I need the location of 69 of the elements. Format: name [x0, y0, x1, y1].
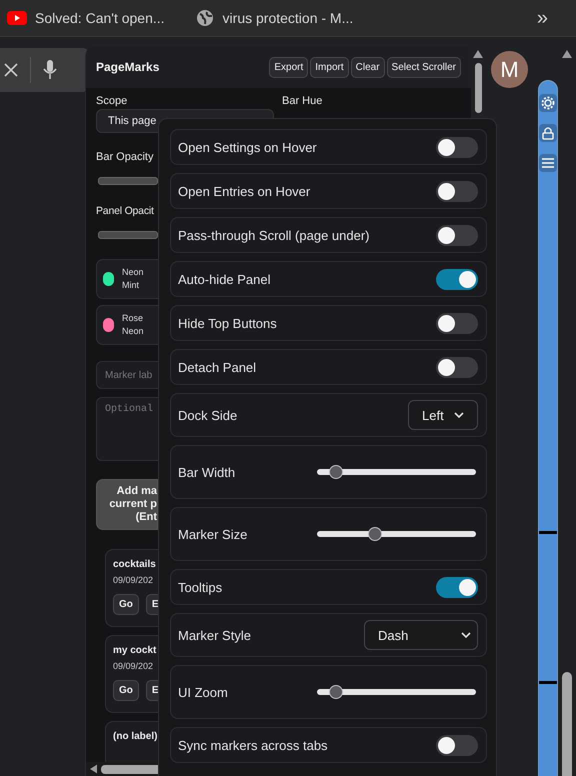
scrollbar-thumb[interactable] — [562, 672, 572, 776]
toolbar-button[interactable]: Import — [310, 56, 349, 78]
scroll-up-icon[interactable] — [562, 50, 572, 58]
toolbar-button[interactable]: Clear — [350, 56, 385, 78]
setting-label: Marker Size — [178, 526, 248, 542]
settings-icon[interactable] — [539, 94, 557, 112]
entry-title: cocktails — [113, 559, 156, 570]
tab-title: Solved: Can't open... — [35, 10, 165, 26]
browser-tab[interactable]: virus protection - M... — [194, 10, 354, 26]
tab-overflow-button[interactable]: » — [536, 6, 548, 30]
profile-avatar[interactable]: M — [491, 51, 528, 88]
setting-label: UI Zoom — [178, 684, 228, 700]
slider-thumb[interactable] — [328, 685, 343, 699]
caret-icon — [461, 632, 471, 638]
entry-title: my cockt — [113, 645, 156, 656]
microphone-icon[interactable] — [43, 60, 57, 80]
setting-label: Bar Width — [178, 464, 236, 480]
slider-track[interactable] — [98, 177, 158, 185]
color-name: Neon Mint — [122, 266, 145, 292]
setting-label: Tooltips — [178, 580, 222, 594]
play-icon — [7, 10, 27, 26]
setting-label: Sync markers across tabs — [178, 738, 328, 752]
setting-label: Auto-hide Panel — [178, 272, 271, 286]
scroll-left-icon[interactable] — [90, 764, 97, 774]
panel-title: PageMarks — [96, 60, 160, 74]
lock-icon[interactable] — [539, 124, 557, 142]
toolbar-button[interactable]: Export — [269, 56, 308, 78]
close-icon[interactable] — [4, 63, 18, 77]
color-name: Rose Neon — [122, 312, 145, 338]
scroll-up-icon[interactable] — [473, 50, 483, 58]
setting-label: Open Settings on Hover — [178, 140, 317, 154]
setting-label: Dock Side — [178, 408, 238, 422]
toggle-switch[interactable] — [436, 356, 478, 378]
caret-icon — [454, 412, 464, 418]
setting-label: Marker Style — [178, 628, 251, 642]
dropdown[interactable]: Left — [408, 400, 478, 430]
setting-label: Open Entries on Hover — [178, 184, 310, 198]
tab-title: virus protection - M... — [222, 10, 354, 26]
entry-title: (no label) — [113, 731, 158, 742]
setting-label: Hide Top Buttons — [178, 316, 277, 330]
slider-thumb[interactable] — [368, 527, 382, 541]
add-marker-button[interactable]: Add ma current p (Ent — [96, 479, 158, 530]
field-label: Bar Opacity — [96, 151, 154, 163]
setting-label: Pass-through Scroll (page under) — [178, 228, 370, 242]
entry-date: 09/09/202 — [113, 575, 154, 585]
toggle-switch[interactable] — [436, 734, 478, 756]
menu-icon[interactable] — [539, 154, 557, 172]
toggle-switch[interactable] — [436, 224, 478, 246]
field-label: Panel Opacit — [96, 205, 154, 217]
scrollbar-thumb[interactable] — [474, 63, 482, 113]
browser-tab[interactable]: Solved: Can't open... — [7, 10, 165, 26]
toggle-switch[interactable] — [436, 576, 478, 598]
entry-button[interactable]: Go — [113, 594, 139, 615]
slider-thumb[interactable] — [328, 465, 343, 479]
entry-date: 09/09/202 — [113, 661, 154, 671]
toggle-switch[interactable] — [436, 268, 478, 290]
field-label: Scope — [96, 95, 128, 107]
field-label: Bar Hue — [282, 95, 322, 107]
toolbar-button[interactable]: Select Scroller — [386, 56, 461, 78]
marker-line[interactable] — [539, 681, 557, 684]
setting-label: Detach Panel — [178, 360, 256, 374]
entry-button[interactable]: Go — [113, 680, 139, 701]
toggle-switch[interactable] — [436, 180, 478, 202]
slider-track[interactable] — [98, 231, 158, 239]
dropdown[interactable]: Dash — [364, 620, 478, 650]
toggle-switch[interactable] — [436, 136, 478, 158]
toggle-switch[interactable] — [436, 312, 478, 334]
globe-icon — [194, 10, 215, 26]
marker-line[interactable] — [539, 531, 557, 534]
